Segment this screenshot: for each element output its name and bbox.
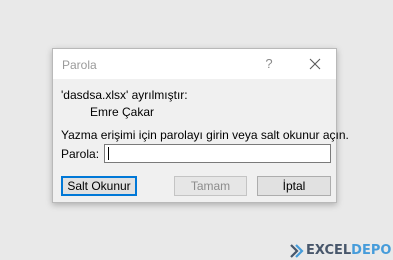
help-button[interactable]: ? — [257, 53, 281, 75]
ok-button[interactable]: Tamam — [174, 176, 247, 196]
close-button[interactable] — [303, 53, 327, 75]
cancel-button[interactable]: İptal — [257, 176, 331, 196]
text-caret — [108, 147, 109, 160]
instruction-text: Yazma erişimi için parolayı girin veya s… — [61, 128, 349, 142]
dialog-title: Parola — [62, 58, 97, 72]
excel-depo-logo-icon — [290, 243, 304, 260]
close-icon — [309, 58, 321, 70]
read-only-button[interactable]: Salt Okunur — [61, 176, 137, 196]
owner-name: Emre Çakar — [90, 105, 155, 119]
brand-depo: DEPO — [351, 243, 392, 258]
file-reserved-text: 'dasdsa.xlsx' ayrılmıştır: — [61, 88, 188, 102]
password-dialog: Parola ? 'dasdsa.xlsx' ayrılmıştır: Emre… — [52, 48, 349, 203]
excel-depo-watermark: EXCELDEPO — [290, 243, 391, 259]
dialog-titlebar: Parola ? — [53, 49, 336, 79]
password-input[interactable] — [104, 144, 331, 163]
password-label: Parola: — [61, 147, 100, 161]
brand-excel: EXCEL — [306, 243, 352, 258]
